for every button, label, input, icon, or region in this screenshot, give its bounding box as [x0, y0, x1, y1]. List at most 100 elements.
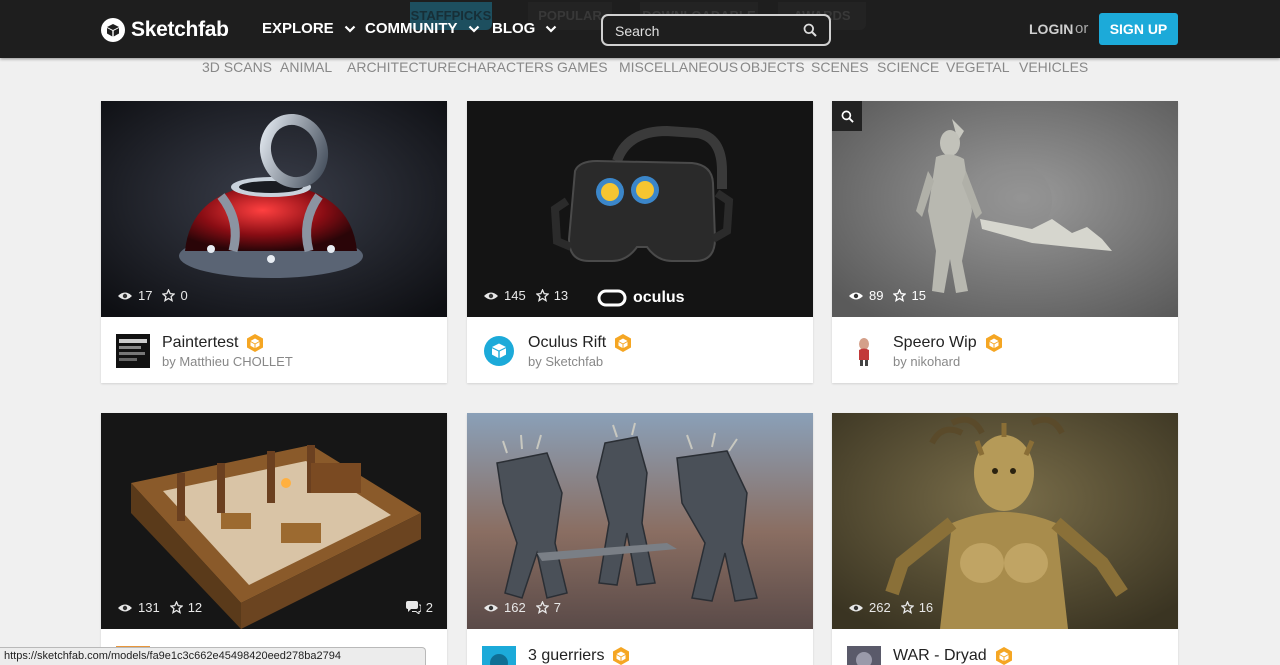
chevron-down-icon	[468, 25, 479, 33]
or-text: or	[1075, 20, 1089, 37]
model-title[interactable]: Speero Wip	[893, 333, 1004, 353]
avatar[interactable]	[482, 646, 516, 665]
inspect-button[interactable]	[832, 101, 862, 131]
eye-icon	[849, 292, 863, 299]
model-title-text: Speero Wip	[893, 334, 977, 351]
model-card[interactable]: oculus 145 13 Oculus Rift by Sketchfab	[467, 101, 813, 383]
category-science[interactable]: SCIENCE	[877, 59, 939, 75]
sketchfab-logo[interactable]: Sketchfab	[101, 17, 229, 43]
comments-icon	[405, 601, 421, 614]
staff-pick-badge-icon	[985, 334, 1002, 352]
model-stats: 162 7	[483, 600, 561, 615]
model-info: Oculus Rift by Sketchfab	[467, 317, 813, 383]
nav-community[interactable]: COMMUNITY	[365, 20, 480, 37]
avatar[interactable]	[116, 334, 150, 368]
model-info: Speero Wip by nikohard	[832, 317, 1178, 383]
model-preview-image	[101, 413, 447, 629]
category-animal[interactable]: ANIMAL	[280, 59, 332, 75]
model-thumbnail[interactable]: 131 12 2	[101, 413, 447, 629]
view-count: 162	[483, 600, 526, 615]
search-input[interactable]	[615, 22, 795, 40]
avatar[interactable]	[847, 334, 881, 368]
view-count-value: 262	[869, 600, 891, 615]
staff-pick-badge-icon	[995, 647, 1012, 665]
star-icon	[535, 601, 549, 614]
like-count-value: 13	[553, 288, 569, 303]
like-count-value: 7	[553, 600, 561, 615]
category-bar: 3D SCANS ANIMAL ARCHITECTURE CHARACTERS …	[0, 59, 1280, 77]
star-icon	[535, 289, 549, 302]
model-title-text: 3 guerriers	[528, 647, 605, 664]
model-thumbnail[interactable]: 162 7	[467, 413, 813, 629]
top-header: STAFFPICKS POPULAR DOWNLOADABLE AWARDS S…	[0, 0, 1280, 58]
star-icon	[169, 601, 183, 614]
model-title[interactable]: 3 guerriers	[528, 646, 631, 665]
model-card[interactable]: 131 12 2	[101, 413, 447, 665]
model-card[interactable]: 89 15 Speero Wip by nikohard	[832, 101, 1178, 383]
category-objects[interactable]: OBJECTS	[740, 59, 805, 75]
view-count: 145	[483, 288, 526, 303]
model-thumbnail[interactable]: 17 0	[101, 101, 447, 317]
category-architecture[interactable]: ARCHITECTURE	[347, 59, 457, 75]
nav-blog[interactable]: BLOG	[492, 20, 557, 37]
chevron-down-icon	[344, 25, 355, 33]
like-count-value: 12	[187, 600, 203, 615]
model-author[interactable]: by Sketchfab	[528, 354, 603, 369]
star-icon	[893, 289, 907, 302]
like-count: 7	[535, 600, 561, 615]
category-vehicles[interactable]: VEHICLES	[1019, 59, 1088, 75]
category-scenes[interactable]: SCENES	[811, 59, 869, 75]
avatar[interactable]	[482, 334, 516, 368]
model-title[interactable]: Paintertest	[162, 333, 265, 353]
search-icon[interactable]	[803, 23, 817, 37]
staff-pick-badge-icon	[247, 334, 264, 352]
eye-icon	[118, 604, 132, 611]
comment-count: 2	[405, 600, 433, 615]
model-thumbnail[interactable]: 89 15	[832, 101, 1178, 317]
category-vegetal[interactable]: VEGETAL	[946, 59, 1010, 75]
star-icon	[162, 289, 176, 302]
view-count-value: 131	[138, 600, 160, 615]
like-count: 13	[535, 288, 569, 303]
oculus-brand-text: oculus	[633, 289, 685, 306]
eye-icon	[484, 604, 498, 611]
model-title-text: Oculus Rift	[528, 334, 607, 351]
model-card[interactable]: 17 0 Paintertest by Matthieu CHOLLET	[101, 101, 447, 383]
search-box	[601, 14, 831, 46]
model-title[interactable]: WAR - Dryad	[893, 646, 1014, 665]
view-count: 131	[117, 600, 160, 615]
magnifier-icon	[841, 110, 854, 123]
view-count-value: 162	[504, 600, 526, 615]
nav-blog-label: BLOG	[492, 20, 536, 37]
model-thumbnail[interactable]: 262 16	[832, 413, 1178, 629]
category-3d-scans[interactable]: 3D SCANS	[202, 59, 272, 75]
avatar[interactable]	[847, 646, 881, 665]
model-author[interactable]: by Matthieu CHOLLET	[162, 354, 293, 369]
like-count-value: 0	[180, 288, 188, 303]
staff-pick-badge-icon	[613, 647, 630, 665]
nav-explore[interactable]: EXPLORE	[262, 20, 356, 37]
model-stats: 131 12	[117, 600, 202, 615]
model-title-text: WAR - Dryad	[893, 647, 987, 664]
oculus-brand: oculus	[597, 289, 685, 307]
category-games[interactable]: GAMES	[557, 59, 608, 75]
login-link[interactable]: LOGIN	[1029, 21, 1073, 37]
category-miscellaneous[interactable]: MISCELLANEOUS	[619, 59, 738, 75]
category-characters[interactable]: CHARACTERS	[457, 59, 553, 75]
model-preview-image	[832, 413, 1178, 629]
model-thumbnail[interactable]: oculus 145 13	[467, 101, 813, 317]
like-count: 0	[162, 288, 188, 303]
like-count: 15	[893, 288, 926, 303]
model-preview-image	[467, 413, 813, 629]
model-title[interactable]: Oculus Rift	[528, 333, 633, 353]
model-info: Paintertest by Matthieu CHOLLET	[101, 317, 447, 383]
model-stats: 17 0	[117, 288, 188, 303]
like-count: 12	[169, 600, 203, 615]
signup-button[interactable]: SIGN UP	[1099, 13, 1178, 45]
model-card[interactable]: 162 7 3 guerriers	[467, 413, 813, 665]
oculus-logo-icon	[597, 289, 627, 307]
model-author[interactable]: by nikohard	[893, 354, 960, 369]
eye-icon	[484, 292, 498, 299]
view-count-value: 145	[504, 288, 526, 303]
model-card[interactable]: 262 16 WAR - Dryad	[832, 413, 1178, 665]
